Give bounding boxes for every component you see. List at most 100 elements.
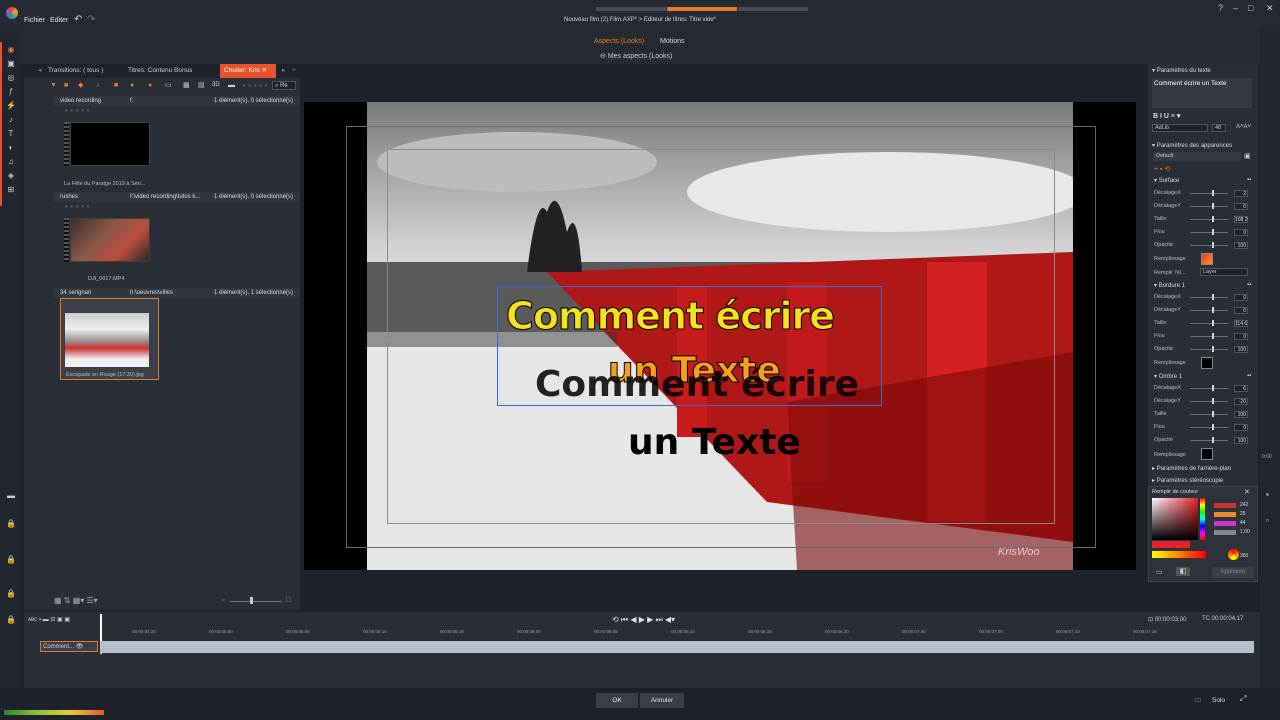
apply-button[interactable]: Appliquer <box>1212 567 1254 578</box>
param-value-input[interactable]: 114.6 <box>1234 320 1248 327</box>
channel-value[interactable]: 1.00 <box>1240 529 1250 535</box>
strip-tool2-icon[interactable]: ▫ <box>1266 516 1269 525</box>
mode-tab-3[interactable] <box>738 7 808 11</box>
solo-toggle-icon[interactable]: ▭ <box>1194 695 1202 704</box>
text-input[interactable]: Comment écrire un Texte <box>1152 78 1252 108</box>
tab-looks[interactable]: Aspects (Looks) <box>594 38 644 45</box>
minimize-icon[interactable]: – <box>1233 3 1238 13</box>
slider-knob[interactable] <box>250 597 253 604</box>
star-filter-icon[interactable]: ▬ <box>228 82 236 89</box>
my-looks-dropdown[interactable]: ⊖ Mes aspects (Looks) <box>600 52 672 60</box>
param-value-input[interactable]: 0 <box>1234 424 1248 431</box>
channel-value[interactable]: 25 <box>1240 511 1246 517</box>
border-header[interactable]: ▾ Bordure 1 <box>1154 282 1185 289</box>
music-filter-icon[interactable]: ♪ <box>96 82 104 89</box>
close-tab-icon[interactable]: ✕ <box>262 67 267 74</box>
item-rating[interactable]: ★★★★★ <box>64 204 91 210</box>
close-icon[interactable]: ✕ <box>1266 3 1274 14</box>
folder-icon[interactable]: ▭ <box>165 82 173 89</box>
ok-button[interactable]: OK <box>596 693 638 708</box>
tab-titles[interactable]: Titres: Contenu Bonus <box>124 64 196 78</box>
slider-knob[interactable] <box>1212 320 1214 326</box>
cancel-button[interactable]: Annuler <box>640 693 684 708</box>
effects-icon[interactable]: ◎ <box>6 74 16 82</box>
slider-knob[interactable] <box>1212 294 1214 300</box>
font-size-select[interactable]: 48 <box>1212 124 1226 132</box>
group-header[interactable]: 34 serignan h:\oeuvres\villes 1 élément(… <box>54 288 300 298</box>
param-slider[interactable] <box>1190 427 1228 428</box>
param-value-input[interactable]: 100 <box>1234 346 1248 353</box>
hue-slider[interactable] <box>1200 498 1205 540</box>
media-thumbnail[interactable] <box>64 312 150 368</box>
param-slider[interactable] <box>1190 219 1228 220</box>
param-value-input[interactable]: 100 <box>1234 411 1248 418</box>
param-value-input[interactable]: 0 <box>1234 307 1248 314</box>
text-style-buttons[interactable]: B I U ≡ ▾ <box>1153 112 1180 120</box>
group-header[interactable]: video recording f: 1 élément(s), 0 sélec… <box>54 96 300 106</box>
param-slider[interactable] <box>1190 388 1228 389</box>
slider-knob[interactable] <box>1212 190 1214 196</box>
color-bar[interactable] <box>1152 551 1206 558</box>
search-input[interactable]: ⌕ Re <box>272 81 296 90</box>
param-value-input[interactable]: 100 <box>1234 242 1248 249</box>
param-value-input[interactable]: 108.2 <box>1234 216 1248 223</box>
tab-motions[interactable]: Motions <box>660 38 685 45</box>
tag-filter-icon[interactable]: ● <box>148 82 156 89</box>
filter-icon[interactable]: ▼ <box>50 82 58 89</box>
slider-knob[interactable] <box>1212 242 1214 248</box>
fill-with-select[interactable]: Layer <box>1200 268 1248 276</box>
param-slider[interactable] <box>1190 232 1228 233</box>
tab-transitions[interactable]: Transitions: ( tous ) <box>44 64 107 78</box>
slider-knob[interactable] <box>1212 216 1214 222</box>
camera-filter-icon[interactable]: ◆ <box>78 82 86 89</box>
surface-fill-swatch[interactable] <box>1201 253 1213 265</box>
surface-header[interactable]: ▾ Surface <box>1154 177 1179 184</box>
preset-select[interactable]: Default <box>1153 152 1241 161</box>
channel-slider[interactable] <box>1214 521 1236 526</box>
param-value-input[interactable]: 100 <box>1234 437 1248 444</box>
transport-controls[interactable]: ⟲ ⏮ ◀ ▶ ▶ ⏭ ◀▾ <box>612 615 675 625</box>
channel-slider[interactable] <box>1214 512 1236 517</box>
slider-knob[interactable] <box>1212 398 1214 404</box>
channel-value[interactable]: 44 <box>1240 520 1246 526</box>
mask-icon[interactable]: ◈ <box>6 172 16 180</box>
media-thumbnail[interactable] <box>70 122 150 166</box>
param-value-input[interactable]: 0 <box>1234 203 1248 210</box>
slider-knob[interactable] <box>1212 411 1214 417</box>
fx-icon[interactable]: ƒ <box>6 88 16 96</box>
save-preset-icon[interactable]: ▣ <box>1244 152 1251 160</box>
fullscreen-icon[interactable]: ⤢ <box>1240 694 1246 704</box>
slider-knob[interactable] <box>1212 346 1214 352</box>
eye-icon[interactable]: 👁 <box>76 644 84 650</box>
picker-mode-icon[interactable]: ▭ <box>1156 568 1163 576</box>
slider-knob[interactable] <box>1212 307 1214 313</box>
title-track-clip[interactable] <box>100 641 1254 653</box>
slider-knob[interactable] <box>1212 229 1214 235</box>
color-gradient-field[interactable] <box>1152 498 1198 540</box>
timeline-tool-icon[interactable]: ▬ <box>6 492 16 500</box>
param-value-input[interactable]: 0 <box>1234 333 1248 340</box>
layer-menu-icon[interactable]: ▪▪ <box>1247 373 1251 379</box>
mode-tab-2[interactable] <box>667 7 737 11</box>
strip-tool-icon[interactable]: ▪ <box>1266 490 1269 499</box>
param-value-input[interactable]: 6 <box>1234 385 1248 392</box>
montage-icon[interactable]: ⊞ <box>6 186 16 194</box>
grid-filter-icon[interactable]: ▤ <box>198 82 206 89</box>
shadow-header[interactable]: ▾ Ombre 1 <box>1154 373 1182 380</box>
maximize-icon[interactable]: □ <box>1248 3 1253 13</box>
shadow-fill-swatch[interactable] <box>1201 448 1213 460</box>
param-slider[interactable] <box>1190 336 1228 337</box>
param-slider[interactable] <box>1190 401 1228 402</box>
disc-filter-icon[interactable]: ● <box>130 82 138 89</box>
param-slider[interactable] <box>1190 310 1228 311</box>
font-size-stepper-icon[interactable]: A˄A˅ <box>1236 124 1251 130</box>
param-slider[interactable] <box>1190 349 1228 350</box>
timeline-tool-icons[interactable]: ᴀʙᴄ ▪ ▬ ⊟ ▣ ▣ <box>28 616 70 623</box>
solo-label[interactable]: Solo <box>1212 697 1225 704</box>
slider-knob[interactable] <box>1212 385 1214 391</box>
stereo-params-header[interactable]: ▸ Paramètres stéréoscopie <box>1152 477 1223 484</box>
channel-value[interactable]: 242 <box>1240 502 1248 508</box>
layer-menu-icon[interactable]: ▪▪ <box>1247 177 1251 183</box>
video-filter-icon[interactable]: ■ <box>64 82 72 89</box>
text-icon[interactable]: T <box>6 130 16 138</box>
